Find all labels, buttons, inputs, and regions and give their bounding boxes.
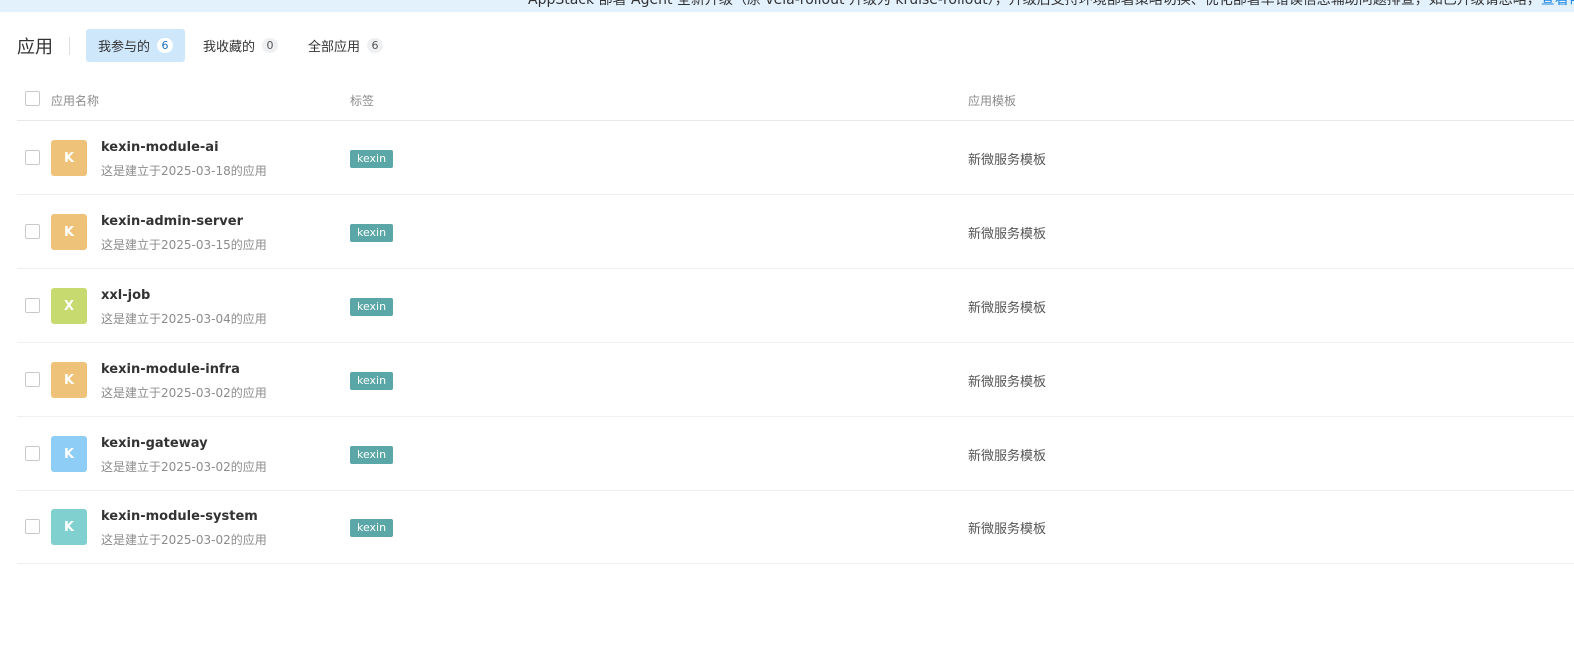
app-tag[interactable]: kexin	[350, 519, 394, 537]
tab-label: 我收藏的	[203, 40, 256, 55]
row-checkbox[interactable]	[25, 150, 40, 165]
page-title: 应用	[17, 36, 53, 58]
app-avatar: X	[51, 288, 87, 324]
app-avatar: K	[51, 509, 87, 545]
tab-count-badge: 6	[367, 38, 384, 53]
tab-count-badge: 6	[157, 38, 174, 53]
app-tag[interactable]: kexin	[350, 150, 394, 168]
app-name-link[interactable]: kexin-gateway	[101, 436, 208, 451]
app-avatar: K	[51, 214, 87, 250]
column-header-name: 应用名称	[51, 94, 100, 108]
app-name-link[interactable]: kexin-admin-server	[101, 214, 243, 229]
tab-label: 全部应用	[308, 40, 361, 55]
app-template: 新微服务模板	[968, 227, 1047, 242]
app-description: 这是建立于2025-03-02的应用	[101, 386, 267, 400]
app-tag[interactable]: kexin	[350, 446, 394, 464]
app-description: 这是建立于2025-03-02的应用	[101, 460, 267, 474]
row-checkbox[interactable]	[25, 224, 40, 239]
select-all-checkbox[interactable]	[25, 91, 40, 106]
app-template: 新微服务模板	[968, 522, 1047, 537]
column-header-template: 应用模板	[968, 94, 1017, 108]
announcement-text: AppStack 部署 Agent 全新升级（原 vela-rollout 升级…	[528, 0, 1574, 9]
app-name-link[interactable]: xxl-job	[101, 288, 150, 303]
announcement-help-link[interactable]: 查看帮助	[1541, 0, 1574, 8]
table-row[interactable]: X xxl-job 这是建立于2025-03-04的应用 kexin 新微服务模…	[17, 269, 1574, 343]
tab-favorites[interactable]: 我收藏的 0	[191, 29, 290, 62]
table-row[interactable]: K kexin-module-ai 这是建立于2025-03-18的应用 kex…	[17, 121, 1574, 195]
app-avatar: K	[51, 362, 87, 398]
app-template: 新微服务模板	[968, 301, 1047, 316]
tab-all-apps[interactable]: 全部应用 6	[296, 29, 395, 62]
table-row[interactable]: K kexin-gateway 这是建立于2025-03-02的应用 kexin…	[17, 417, 1574, 491]
table-row[interactable]: K kexin-admin-server 这是建立于2025-03-15的应用 …	[17, 195, 1574, 269]
tab-label: 我参与的	[98, 40, 151, 55]
app-description: 这是建立于2025-03-02的应用	[101, 533, 267, 547]
app-description: 这是建立于2025-03-18的应用	[101, 164, 267, 178]
tab-participated[interactable]: 我参与的 6	[86, 29, 186, 62]
app-avatar: K	[51, 140, 87, 176]
app-avatar: K	[51, 436, 87, 472]
app-name-link[interactable]: kexin-module-infra	[101, 362, 240, 377]
row-checkbox[interactable]	[25, 372, 40, 387]
app-template: 新微服务模板	[968, 449, 1047, 464]
row-checkbox[interactable]	[25, 446, 40, 461]
row-checkbox[interactable]	[25, 519, 40, 534]
app-template: 新微服务模板	[968, 375, 1047, 390]
tab-count-badge: 0	[262, 38, 279, 53]
table-row[interactable]: K kexin-module-system 这是建立于2025-03-02的应用…	[17, 490, 1574, 564]
announcement-message: AppStack 部署 Agent 全新升级（原 vela-rollout 升级…	[528, 0, 1541, 8]
table-header: 应用名称 标签 应用模板	[17, 80, 1574, 121]
app-template: 新微服务模板	[968, 153, 1047, 168]
column-header-tags: 标签	[350, 94, 375, 108]
app-tag[interactable]: kexin	[350, 372, 394, 390]
app-tag[interactable]: kexin	[350, 298, 394, 316]
app-name-link[interactable]: kexin-module-system	[101, 509, 258, 524]
header-divider	[69, 36, 70, 55]
page-header: 应用 我参与的 6 我收藏的 0 全部应用 6	[17, 29, 401, 62]
app-description: 这是建立于2025-03-15的应用	[101, 238, 267, 252]
announcement-banner: AppStack 部署 Agent 全新升级（原 vela-rollout 升级…	[0, 0, 1574, 12]
app-description: 这是建立于2025-03-04的应用	[101, 312, 267, 326]
row-checkbox[interactable]	[25, 298, 40, 313]
app-tag[interactable]: kexin	[350, 224, 394, 242]
app-name-link[interactable]: kexin-module-ai	[101, 140, 219, 155]
table-row[interactable]: K kexin-module-infra 这是建立于2025-03-02的应用 …	[17, 343, 1574, 417]
